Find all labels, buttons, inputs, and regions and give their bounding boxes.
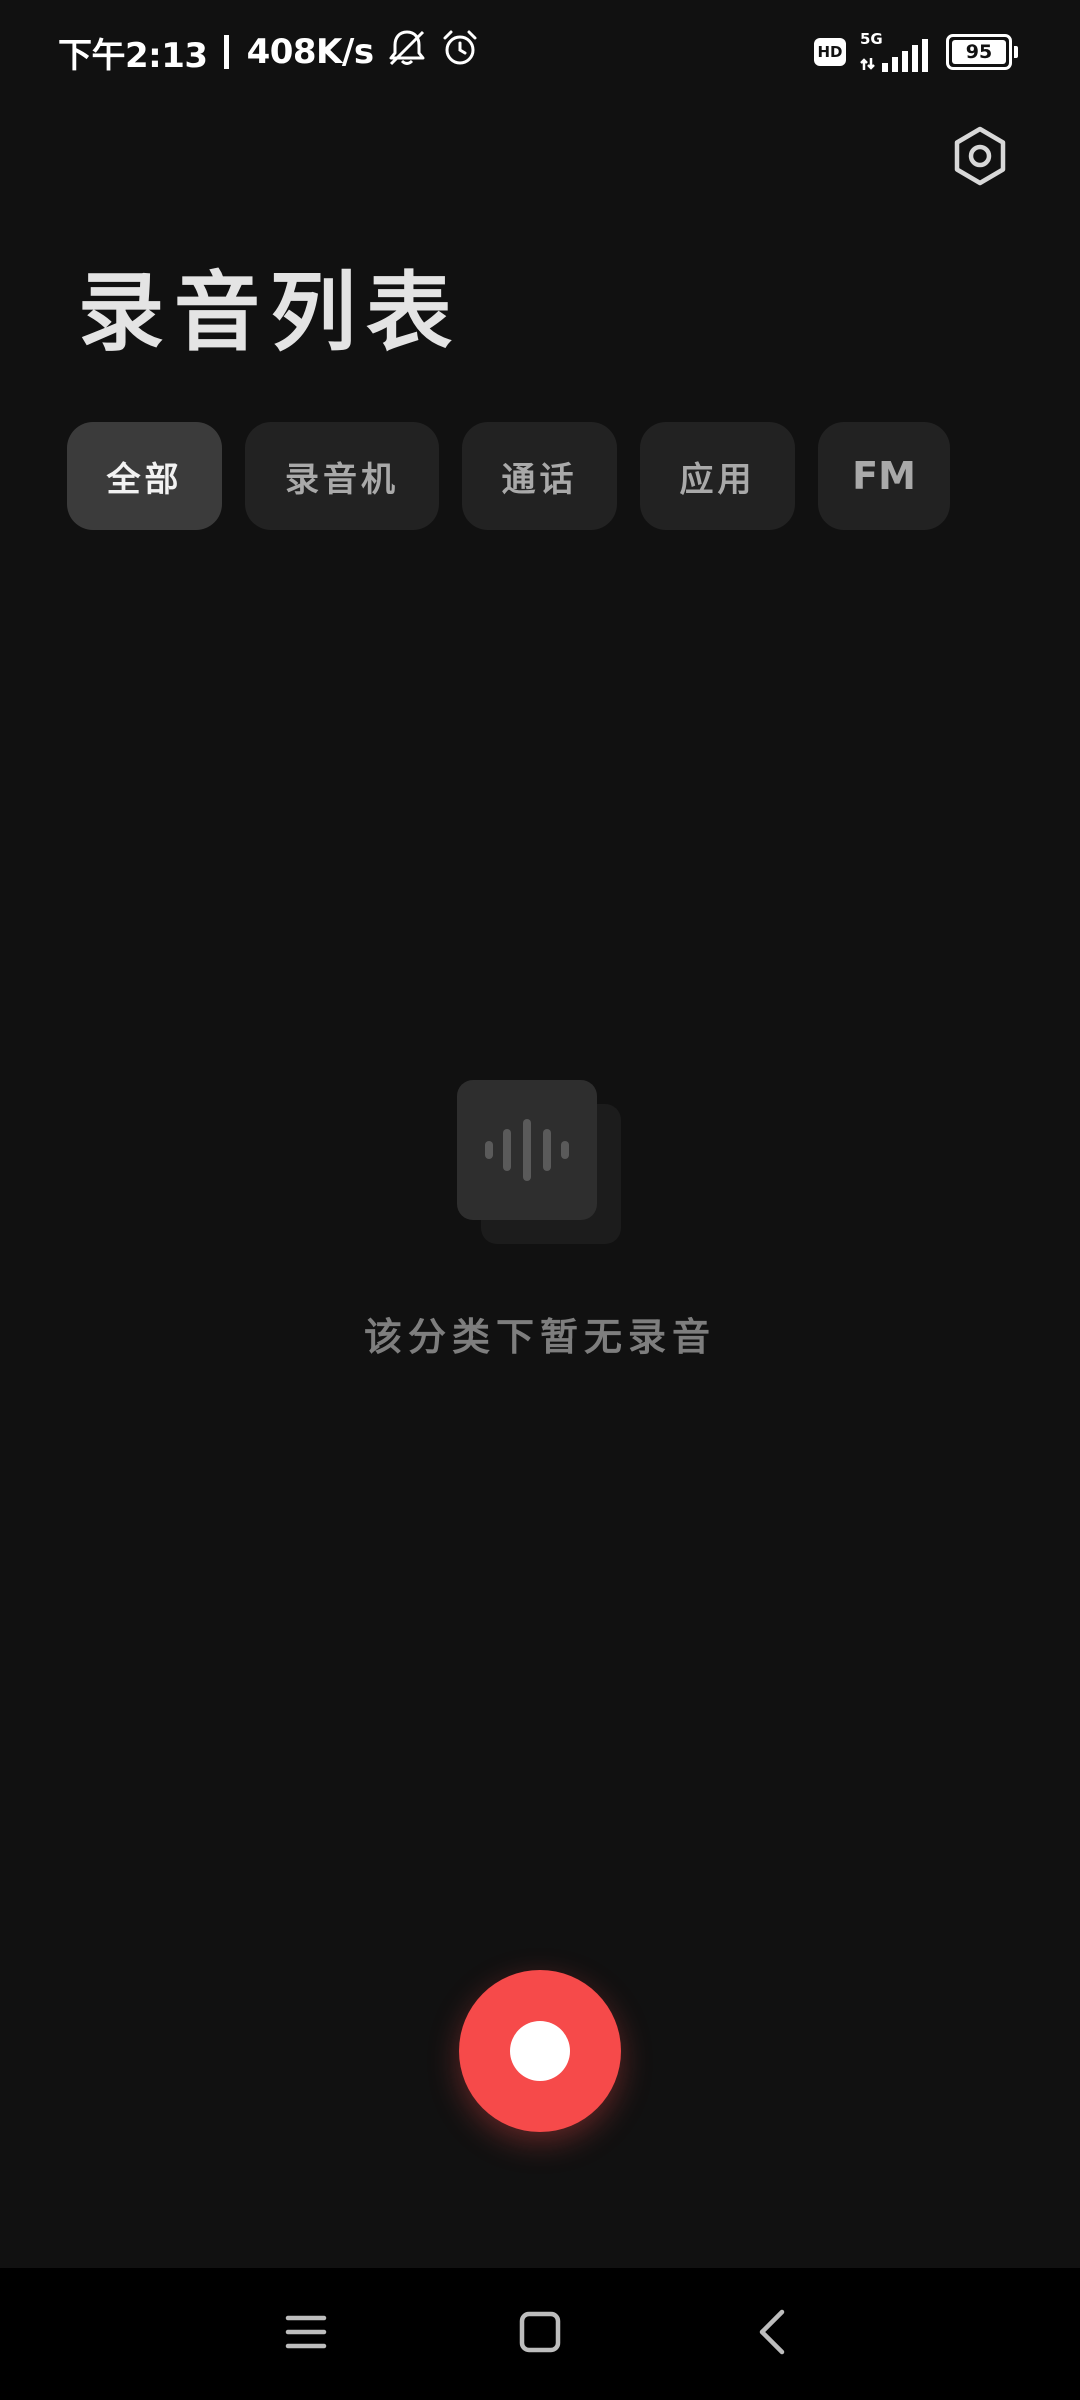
tab-label: 全部 [106,459,183,500]
nav-menu-button[interactable] [266,2292,346,2372]
battery-level: 95 [965,41,993,63]
tab-label: 通话 [501,459,578,500]
record-dot-icon [510,2021,570,2081]
tab-fm[interactable]: FM [818,422,950,530]
menu-icon [285,2315,327,2349]
back-icon [759,2309,785,2355]
system-nav-bar [0,2268,1080,2400]
battery-indicator: 95 [946,34,1018,70]
tab-recorder[interactable]: 录音机 [245,422,439,530]
nav-home-button[interactable] [500,2292,580,2372]
mute-bell-icon [386,28,428,77]
tab-label: 应用 [679,459,756,500]
record-button[interactable] [459,1970,621,2132]
page-title: 录音列表 [78,262,462,363]
status-net-speed: 408K/s [246,32,374,72]
empty-state-message: 该分类下暂无录音 [363,1314,716,1359]
home-icon [519,2311,561,2353]
battery-cap [1014,46,1018,58]
audio-wave-icon [457,1080,621,1244]
status-bar: 下午2:13 408K/s HD 5G 95 [0,0,1080,104]
signal-5g-icon: 5G [860,30,934,74]
status-separator [223,35,229,69]
tab-calls[interactable]: 通话 [462,422,617,530]
hexagon-gear-icon [954,126,1006,186]
tab-label: FM [852,454,916,498]
tab-apps[interactable]: 应用 [640,422,795,530]
empty-icon-front-card [457,1080,597,1220]
tab-all[interactable]: 全部 [67,422,222,530]
status-bar-right: HD 5G 95 [814,30,1018,74]
status-time: 下午2:13 [58,35,208,76]
hd-badge: HD [814,38,846,66]
battery-body: 95 [946,34,1012,70]
category-tabs: 全部 录音机 通话 应用 FM [67,422,950,530]
alarm-icon [440,28,480,77]
nav-back-button[interactable] [732,2292,812,2372]
settings-button[interactable] [948,124,1012,188]
tab-label: 录音机 [285,459,399,500]
status-bar-left: 下午2:13 408K/s [58,28,480,77]
